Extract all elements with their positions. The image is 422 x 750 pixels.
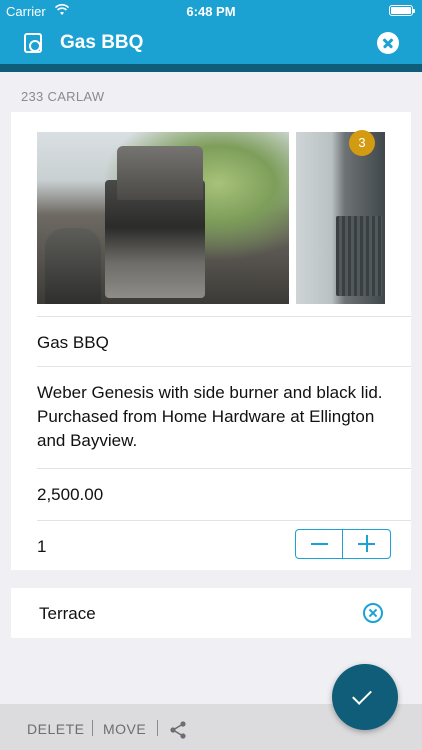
nav-header: Carrier 6:48 PM Gas BBQ: [0, 0, 422, 72]
delete-button[interactable]: DELETE: [27, 721, 84, 737]
item-price-field[interactable]: 2,500.00: [37, 468, 411, 520]
location-label: Terrace: [39, 604, 96, 623]
item-quantity-row: 1: [37, 520, 411, 570]
clock: 6:48 PM: [186, 4, 236, 19]
move-button[interactable]: MOVE: [103, 721, 146, 737]
status-bar: Carrier 6:48 PM: [0, 0, 422, 22]
header-divider: [0, 64, 422, 72]
photo-detail: [45, 228, 101, 304]
clear-icon[interactable]: [363, 603, 383, 623]
app-icon[interactable]: [24, 33, 42, 53]
minus-icon[interactable]: [296, 530, 343, 558]
save-button[interactable]: [332, 664, 398, 730]
share-icon[interactable]: [168, 720, 188, 740]
quantity-value[interactable]: 1: [37, 537, 46, 556]
location-row[interactable]: Terrace: [11, 588, 411, 638]
toolbar-divider: [157, 720, 158, 736]
photo-count-badge: 3: [349, 130, 375, 156]
item-photo-secondary[interactable]: [296, 132, 385, 304]
close-icon[interactable]: [377, 32, 399, 54]
quantity-stepper: [295, 529, 391, 559]
photo-detail: [336, 216, 382, 296]
item-name-field[interactable]: Gas BBQ: [37, 316, 411, 366]
section-label: 233 CARLAW: [21, 89, 105, 104]
item-description-field[interactable]: Weber Genesis with side burner and black…: [37, 366, 411, 468]
plus-icon[interactable]: [343, 530, 390, 558]
photo-detail: [117, 146, 203, 200]
battery-icon: [389, 5, 415, 16]
item-photo[interactable]: [37, 132, 289, 304]
item-card: 3 Gas BBQ Weber Genesis with side burner…: [11, 112, 411, 570]
toolbar-divider: [92, 720, 93, 736]
check-icon: [352, 685, 372, 705]
page-title: Gas BBQ: [60, 32, 144, 53]
